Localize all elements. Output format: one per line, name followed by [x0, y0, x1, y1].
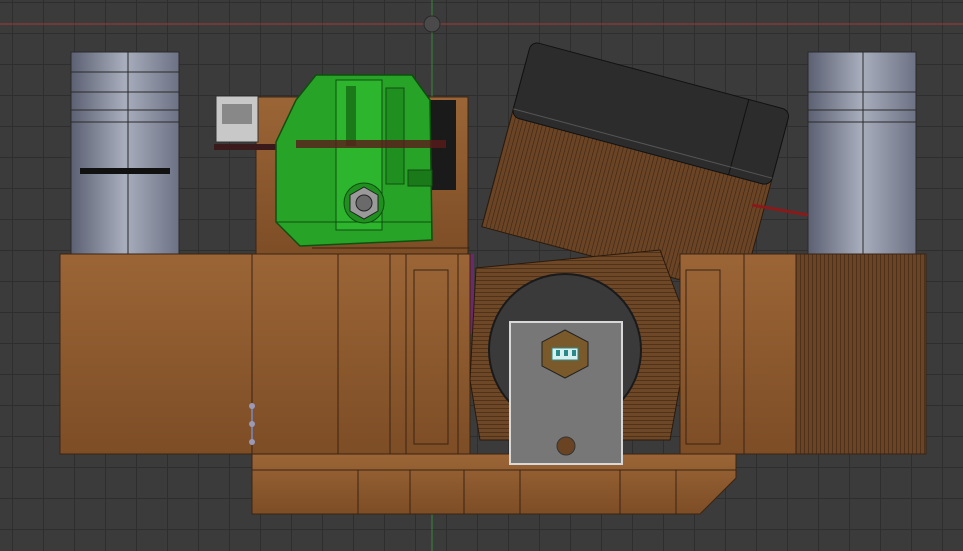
base-plate[interactable]: [251, 453, 737, 515]
mount-hole: [556, 436, 576, 456]
main-body-left[interactable]: [59, 247, 471, 455]
viewport-3d[interactable]: [0, 0, 963, 551]
extruder-body[interactable]: [275, 74, 446, 247]
origin-gizmo-icon[interactable]: [423, 15, 441, 33]
right-fan-duct[interactable]: [807, 51, 917, 257]
hex-bolt-icon: [343, 182, 385, 224]
left-fan-duct[interactable]: [70, 51, 180, 257]
model-canvas[interactable]: [0, 0, 963, 551]
main-body-right[interactable]: [679, 253, 927, 455]
heater-plate[interactable]: [509, 321, 623, 465]
